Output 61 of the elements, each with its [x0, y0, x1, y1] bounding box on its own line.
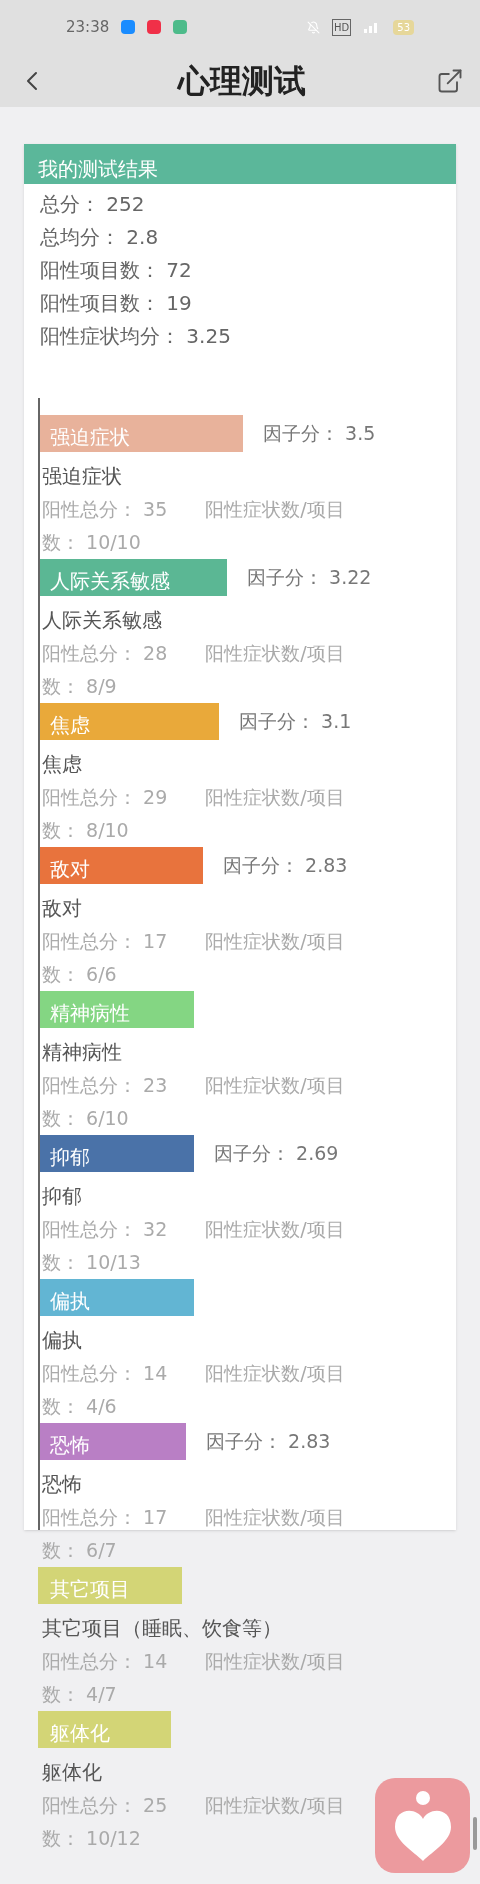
summary-line: 总均分： 2.8: [40, 224, 159, 251]
factor-score: 因子分： 2.83: [206, 1429, 331, 1455]
battery-indicator: 53: [393, 19, 414, 35]
app-icon: [121, 20, 136, 34]
summary-line: 阳性症状均分： 3.25: [40, 323, 231, 350]
factor-bar: 敌对: [38, 847, 203, 884]
summary-line: 总分： 252: [40, 191, 145, 218]
factor-detail: 阳性总分： 14 阳性症状数/项目: [41, 1649, 345, 1674]
card-header: 我的测试结果: [24, 144, 456, 184]
factor-bar: 强迫症状: [38, 415, 243, 452]
factor-title: 偏执: [41, 1327, 82, 1354]
app-icon: [173, 20, 188, 34]
factor-detail: 阳性总分： 17 阳性症状数/项目: [41, 1505, 345, 1530]
factor-detail: 阳性总分： 29 阳性症状数/项目: [41, 785, 345, 810]
factor-title: 敌对: [41, 895, 82, 922]
factor-bar: 躯体化: [38, 1711, 171, 1748]
factor-detail: 数： 6/10: [41, 1106, 129, 1131]
factor-bar: 人际关系敏感: [38, 559, 227, 596]
factor-bar: 恐怖: [38, 1423, 186, 1460]
factor-detail: 数： 4/7: [41, 1682, 117, 1707]
factor-bar: 抑郁: [38, 1135, 194, 1172]
factor-title: 精神病性: [41, 1039, 122, 1066]
factor-detail: 数： 10/12: [41, 1826, 141, 1851]
factor-score: 因子分： 2.83: [223, 853, 348, 879]
factor-score: 因子分： 3.1: [239, 709, 352, 735]
scrollbar: [473, 1817, 477, 1850]
factor-detail: 阳性总分： 25 阳性症状数/项目: [41, 1793, 345, 1818]
factor-score: 因子分： 3.22: [247, 565, 372, 591]
factor-bar: 精神病性: [38, 991, 194, 1028]
factor-detail: 阳性总分： 32 阳性症状数/项目: [41, 1217, 345, 1242]
factor-score: 因子分： 2.69: [214, 1141, 339, 1167]
factor-detail: 数： 10/10: [41, 530, 141, 555]
factor-title: 人际关系敏感: [41, 607, 162, 634]
factor-title: 焦虑: [41, 751, 82, 778]
factor-title: 抑郁: [41, 1183, 82, 1210]
summary-line: 阳性项目数： 19: [40, 290, 192, 317]
factor-detail: 阳性总分： 17 阳性症状数/项目: [41, 929, 345, 954]
factor-detail: 阳性总分： 14 阳性症状数/项目: [41, 1361, 345, 1386]
factor-bar: 焦虑: [38, 703, 219, 740]
page-title: 心理测试: [178, 60, 306, 102]
factor-bar: 偏执: [38, 1279, 194, 1316]
factor-title: 强迫症状: [41, 463, 122, 490]
summary-line: 阳性项目数： 72: [40, 257, 192, 284]
factor-detail: 数： 8/9: [41, 674, 117, 699]
factor-bar: 其它项目: [38, 1567, 182, 1604]
status-time: 23:38: [66, 16, 110, 38]
factor-detail: 数： 4/6: [41, 1394, 117, 1419]
factor-score: 因子分： 3.5: [263, 421, 376, 447]
factor-title: 躯体化: [41, 1759, 102, 1786]
factor-title: 其它项目（睡眠、饮食等）: [41, 1615, 282, 1642]
factor-detail: 数： 6/6: [41, 962, 117, 987]
factor-detail: 阳性总分： 28 阳性症状数/项目: [41, 641, 345, 666]
factor-detail: 阳性总分： 23 阳性症状数/项目: [41, 1073, 345, 1098]
network-label: HD: [332, 18, 352, 36]
factor-detail: 阳性总分： 35 阳性症状数/项目: [41, 497, 345, 522]
factor-detail: 数： 6/7: [41, 1538, 117, 1563]
factor-detail: 数： 10/13: [41, 1250, 141, 1275]
app-icon: [147, 20, 162, 34]
factor-title: 恐怖: [41, 1471, 82, 1498]
factor-detail: 数： 8/10: [41, 818, 129, 843]
mute-icon: [307, 20, 321, 34]
